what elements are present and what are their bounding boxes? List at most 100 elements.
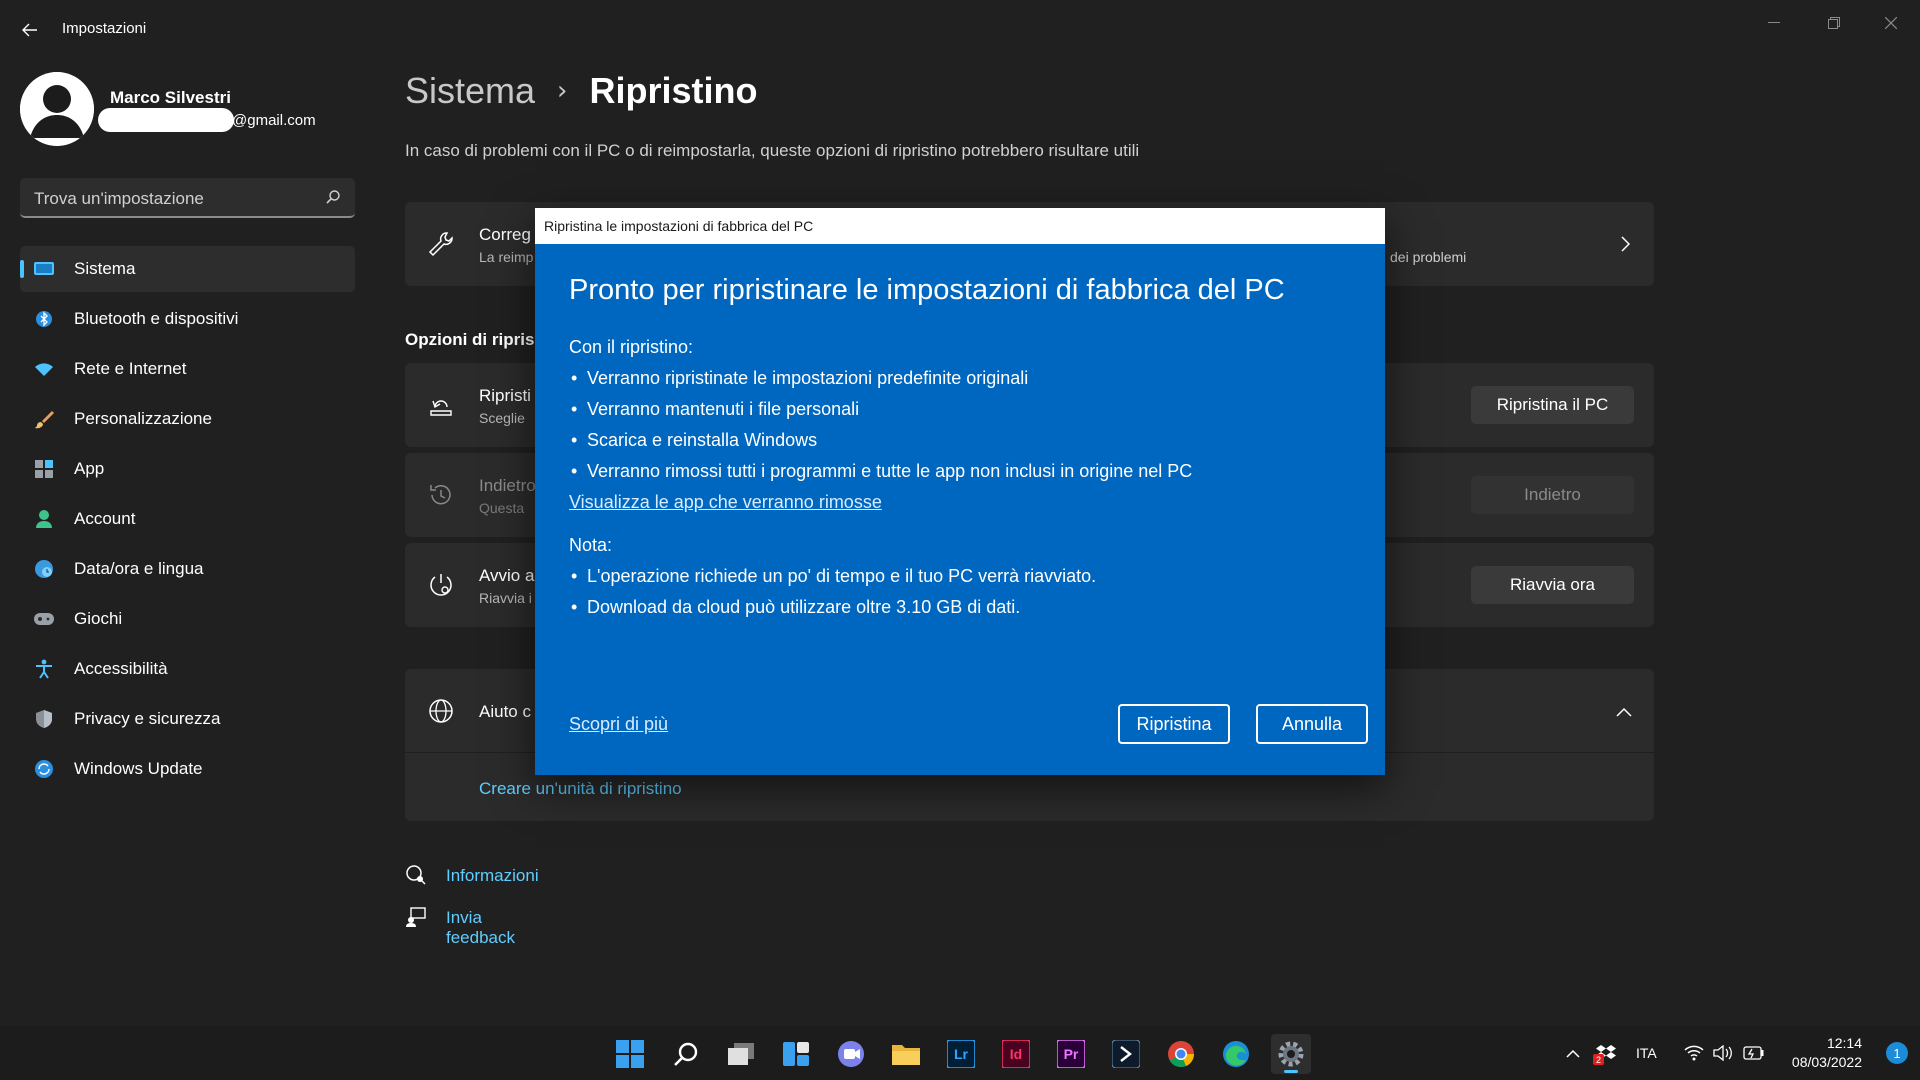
chrome-icon[interactable] (1161, 1034, 1201, 1074)
battery-icon[interactable] (1743, 1026, 1765, 1080)
update-icon (34, 759, 54, 779)
dialog-note-label: Nota: (569, 535, 613, 555)
list-item: • L'operazione richiede un po' di tempo e… (571, 566, 1097, 586)
card-title: Ripristi (479, 386, 531, 405)
breadcrumb-parent[interactable]: Sistema (405, 70, 535, 112)
close-icon (1885, 17, 1897, 29)
notification-badge[interactable]: 1 (1886, 1042, 1908, 1064)
wifi-tray-icon[interactable] (1684, 1026, 1704, 1080)
sidebar-item-personalization[interactable]: Personalizzazione (20, 396, 355, 442)
sidebar-item-time-language[interactable]: Data/ora e lingua (20, 546, 355, 592)
sidebar-item-label: Accessibilità (74, 659, 168, 678)
clock[interactable]: 12:14 08/03/2022 (1792, 1034, 1862, 1072)
info-link[interactable]: Informazioni (446, 866, 539, 886)
create-recovery-drive-link[interactable]: Creare un'unità di ripristino (479, 779, 682, 799)
app-title: Impostazioni (62, 20, 147, 37)
view-removed-apps-link[interactable]: Visualizza le app che verranno rimosse (569, 492, 882, 513)
sidebar-item-label: Account (74, 509, 136, 528)
settings-icon[interactable] (1271, 1034, 1311, 1074)
premiere-icon[interactable]: Pr (1051, 1034, 1091, 1074)
volume-icon[interactable] (1713, 1026, 1733, 1080)
sidebar-item-accessibility[interactable]: Accessibilità (20, 646, 355, 692)
feedback-link[interactable]: Invia feedback (446, 908, 515, 948)
language-indicator[interactable]: ITA (1636, 1026, 1657, 1080)
minimize-button[interactable] (1751, 6, 1797, 40)
reset-pc-button[interactable]: Ripristina il PC (1471, 386, 1634, 424)
page-title: Ripristino (589, 70, 758, 111)
clock-date: 08/03/2022 (1791, 1054, 1862, 1070)
card-description: Sceglie (479, 410, 525, 426)
file-explorer-icon[interactable] (886, 1034, 926, 1074)
gamepad-icon (34, 609, 54, 629)
lightroom-icon[interactable]: Lr (941, 1034, 981, 1074)
card-description: La reimp (479, 249, 534, 265)
dropbox-tray[interactable]: 2 (1593, 1026, 1616, 1080)
globe-icon (429, 698, 453, 723)
dialog-title: Ripristina le impostazioni di fabbrica d… (535, 208, 1385, 244)
sidebar-item-sistema[interactable]: Sistema (20, 246, 355, 292)
system-icon (34, 259, 54, 279)
sidebar-item-label: Sistema (74, 259, 136, 278)
chevron-up-icon (1566, 1049, 1580, 1058)
user-profile[interactable]: Marco Silvestri @gmail.com (20, 70, 360, 150)
sidebar-item-bluetooth[interactable]: Bluetooth e dispositivi (20, 296, 355, 342)
premiere-label: Pr (1063, 1046, 1079, 1062)
list-item: • Verranno mantenuti i file personali (571, 399, 860, 419)
back-arrow-icon (22, 23, 37, 37)
feedback-icon (406, 907, 426, 927)
sidebar-item-privacy[interactable]: Privacy e sicurezza (20, 696, 355, 742)
restart-now-button[interactable]: Riavvia ora (1471, 566, 1634, 604)
sidebar-item-label: Giochi (74, 609, 123, 628)
sidebar-item-windows-update[interactable]: Windows Update (20, 746, 355, 792)
clock-time: 12:14 (1826, 1035, 1862, 1051)
card-description-tail: dei problemi (1390, 249, 1467, 265)
dropbox-badge: 2 (1593, 1054, 1604, 1065)
card-description: Questa (479, 500, 525, 516)
indesign-icon[interactable]: Id (996, 1034, 1036, 1074)
history-icon (430, 484, 451, 505)
sidebar-item-apps[interactable]: App (20, 446, 355, 492)
chevron-right-icon (1621, 236, 1630, 252)
card-title: Indietro (479, 476, 536, 495)
confirm-reset-button[interactable]: Ripristina (1118, 704, 1230, 744)
minimize-icon (1768, 22, 1780, 23)
card-title: Avvio a (479, 566, 535, 585)
edge-icon[interactable] (1216, 1034, 1256, 1074)
profile-name: Marco Silvestri (110, 88, 231, 107)
search-input[interactable]: Trova un'impostazione (20, 178, 355, 218)
sidebar-item-label: Personalizzazione (74, 409, 212, 428)
title-bar: Impostazioni (0, 0, 1920, 60)
avatar (20, 72, 94, 146)
tray-overflow-button[interactable] (1566, 1026, 1580, 1080)
dialog-body: Con il ripristino: • Verranno ripristinat… (569, 332, 1359, 623)
reset-pc-icon (430, 400, 452, 416)
search-placeholder: Trova un'impostazione (34, 189, 204, 208)
widgets-icon[interactable] (776, 1034, 816, 1074)
task-view-icon[interactable] (721, 1034, 761, 1074)
teams-chat-icon[interactable] (831, 1034, 871, 1074)
breadcrumb: Sistema › Ripristino (405, 70, 757, 112)
close-button[interactable] (1868, 6, 1914, 40)
sidebar-nav: Sistema Bluetooth e dispositivi Rete e I… (20, 246, 355, 796)
card-title: Aiuto c (479, 702, 531, 721)
app-icon[interactable] (1106, 1034, 1146, 1074)
learn-more-link[interactable]: Scopri di più (569, 714, 668, 735)
sidebar-item-gaming[interactable]: Giochi (20, 596, 355, 642)
advanced-startup-icon (430, 574, 452, 596)
dialog-heading: Pronto per ripristinare le impostazioni … (569, 274, 1285, 306)
list-item: • Scarica e reinstalla Windows (571, 430, 818, 450)
reset-dialog: Ripristina le impostazioni di fabbrica d… (535, 208, 1385, 775)
account-icon (34, 509, 54, 529)
chevron-right-icon: › (557, 76, 568, 106)
back-button[interactable] (14, 14, 46, 46)
sidebar-item-label: Data/ora e lingua (74, 559, 204, 578)
sidebar-item-network[interactable]: Rete e Internet (20, 346, 355, 392)
sidebar-item-label: Privacy e sicurezza (74, 709, 221, 728)
accessibility-icon (34, 659, 54, 679)
cancel-button[interactable]: Annulla (1256, 704, 1368, 744)
start-icon[interactable] (610, 1034, 650, 1074)
sidebar-item-account[interactable]: Account (20, 496, 355, 542)
maximize-button[interactable] (1811, 6, 1857, 40)
search-icon[interactable] (666, 1034, 706, 1074)
brush-icon (34, 409, 54, 429)
